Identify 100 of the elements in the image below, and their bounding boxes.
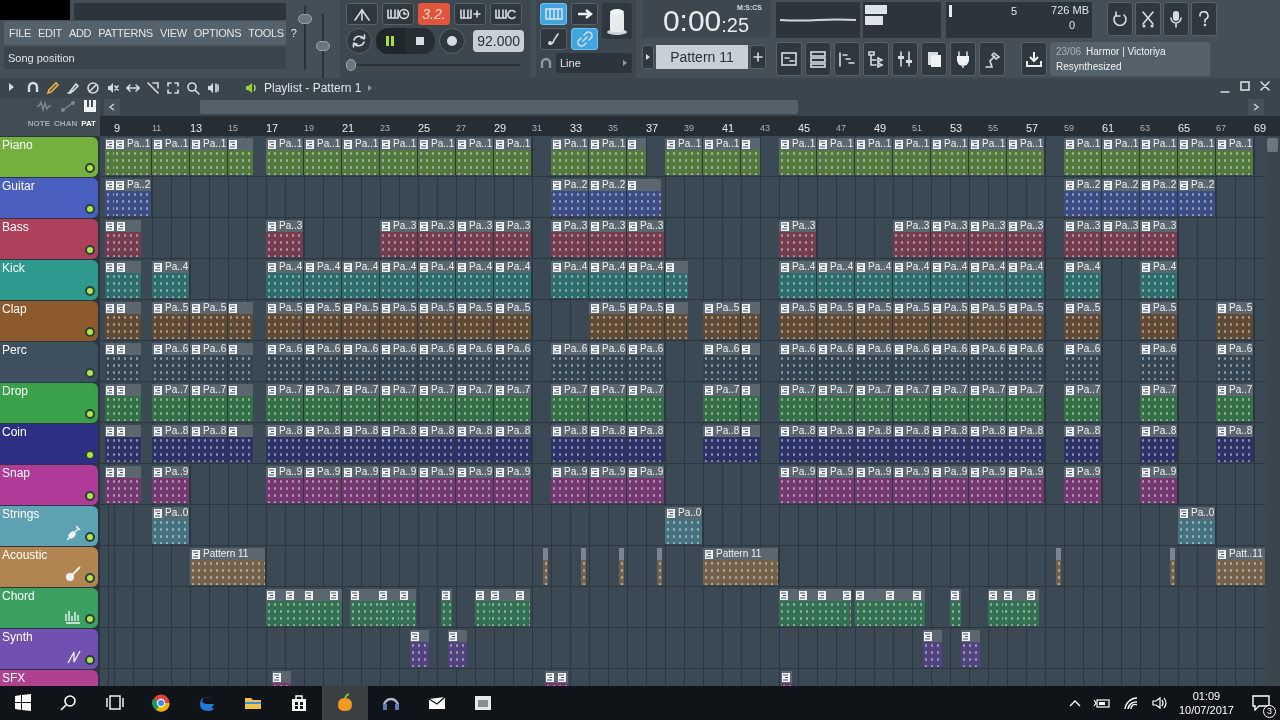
clip-label: Pa..7 bbox=[906, 385, 930, 395]
clip-label: Pa..5 bbox=[602, 303, 626, 313]
clip-label: Pa..6 bbox=[165, 344, 189, 354]
track-header[interactable]: Acoustic bbox=[0, 547, 98, 587]
track-name: Kick bbox=[2, 262, 25, 274]
clip-label: Pa..6 bbox=[203, 344, 227, 354]
pattern-selector[interactable]: Pattern 11 bbox=[656, 45, 748, 69]
track-header[interactable]: Kick bbox=[0, 260, 98, 300]
track-header[interactable]: Snap bbox=[0, 465, 98, 505]
clip-label: Pa..8 bbox=[564, 426, 588, 436]
clip-label: Pa..8 bbox=[792, 426, 816, 436]
clip-label: Pa..9 bbox=[317, 467, 341, 477]
clip-label: Pa..9 bbox=[640, 467, 664, 477]
track-header[interactable]: Guitar bbox=[0, 178, 98, 218]
track-header[interactable]: Synth bbox=[0, 629, 98, 669]
clip-label: Pa..1 bbox=[1191, 139, 1215, 149]
clip-label: Pa..5 bbox=[431, 303, 455, 313]
clip-label: Pa..9 bbox=[830, 467, 854, 477]
clip-label: Pa..7 bbox=[1077, 385, 1101, 395]
menu-item[interactable]: ? bbox=[290, 27, 297, 39]
clip-label: Pa..1 bbox=[127, 139, 151, 149]
clip-label: Pa..8 bbox=[203, 426, 227, 436]
track-header[interactable]: SFX bbox=[0, 670, 98, 686]
timeline-ruler[interactable]: 9 11 13 15 17 19 21 23 25 27 29 31 33 35 37 39 41 43 45 47 49 51 53 55 57 59 61 63 65 67 69 bbox=[100, 116, 1280, 136]
time-centiseconds: :25 bbox=[721, 15, 750, 35]
clip-label: Pa..3 bbox=[1020, 221, 1044, 231]
news-date: 23/06 bbox=[1056, 45, 1082, 59]
bar-number: 23 bbox=[380, 122, 390, 135]
menu-item[interactable]: OPTIONS bbox=[193, 27, 242, 39]
clip-label: Pa..4 bbox=[1020, 262, 1044, 272]
news-panel[interactable]: 23/06 Harmor | Victoriya Resynthesized bbox=[1050, 42, 1210, 76]
track-header[interactable]: Perc bbox=[0, 342, 98, 382]
track-name: Piano bbox=[2, 139, 33, 151]
clip-label: Pa..9 bbox=[165, 467, 189, 477]
bar-number: 29 bbox=[494, 121, 507, 136]
clip-label: Pa..7 bbox=[716, 385, 740, 395]
clip-label: Pa..1 bbox=[431, 139, 455, 149]
tempo-field[interactable]: 92.000 bbox=[472, 30, 524, 52]
bar-number: 19 bbox=[304, 122, 314, 135]
clip-label: Pa..8 bbox=[640, 426, 664, 436]
countdown-button[interactable]: 3.2. bbox=[418, 3, 450, 25]
clip-label: Pa..4 bbox=[279, 262, 303, 272]
track-header[interactable]: Chord bbox=[0, 588, 98, 628]
track-name: Synth bbox=[2, 631, 33, 643]
clip-label: Pa..3 bbox=[393, 221, 417, 231]
menu-item[interactable]: VIEW bbox=[159, 27, 187, 39]
clip-label: Pa..4 bbox=[602, 262, 626, 272]
filter-tab[interactable]: CHAN bbox=[54, 120, 78, 128]
clip-label: Pa..6 bbox=[317, 344, 341, 354]
bar-number: 41 bbox=[722, 121, 735, 136]
clip-label: Pa..6 bbox=[355, 344, 379, 354]
track-header[interactable]: Clap bbox=[0, 301, 98, 341]
clip-label: Pa..6 bbox=[944, 344, 968, 354]
clip-label: Pa..4 bbox=[393, 262, 417, 272]
clip-label: Pa..6 bbox=[431, 344, 455, 354]
clip-label: Pa..7 bbox=[507, 385, 531, 395]
clip-label: Pa..5 bbox=[982, 303, 1006, 313]
menu-item[interactable]: FILE bbox=[9, 27, 32, 39]
clip-label: Pa..1 bbox=[830, 139, 854, 149]
track-header[interactable]: Coin bbox=[0, 424, 98, 464]
clip-label: Pa..3 bbox=[507, 221, 531, 231]
clip-label: Pa..1 bbox=[203, 139, 227, 149]
track-header[interactable]: Bass bbox=[0, 219, 98, 259]
filter-tab[interactable]: NOTE bbox=[27, 120, 51, 128]
clip-label: Pa..1 bbox=[393, 139, 417, 149]
clip-label: Pa..6 bbox=[830, 344, 854, 354]
filter-tab[interactable]: PAT bbox=[81, 120, 96, 128]
clip-label: Pa..5 bbox=[165, 303, 189, 313]
clip-label: Pa..5 bbox=[716, 303, 740, 313]
clip-label: Pa..9 bbox=[1020, 467, 1044, 477]
menu-item[interactable]: PATTERNS bbox=[98, 27, 153, 39]
clip-label: Pa..3 bbox=[640, 221, 664, 231]
clock-time: 01:09 bbox=[1192, 689, 1221, 703]
snap-dropdown[interactable]: Line bbox=[556, 53, 632, 73]
hint-text: Song position bbox=[8, 50, 75, 66]
clip-label: Pa..6 bbox=[1229, 344, 1253, 354]
clip-label: Pa..0 bbox=[1191, 508, 1215, 518]
menu-item[interactable]: ADD bbox=[68, 27, 92, 39]
news-subtitle: Resynthesized bbox=[1056, 60, 1123, 74]
clip-label: Pa..1 bbox=[355, 139, 379, 149]
menu-item[interactable]: EDIT bbox=[38, 27, 62, 39]
clip-label: Pa..8 bbox=[868, 426, 892, 436]
bar-number: 21 bbox=[342, 121, 355, 136]
clip-label: Pa..5 bbox=[317, 303, 341, 313]
clip-label: Pa..7 bbox=[868, 385, 892, 395]
clip-label: Pa..1 bbox=[678, 139, 702, 149]
clip-label: Pa..8 bbox=[1020, 426, 1044, 436]
clip-label: Pa..8 bbox=[906, 426, 930, 436]
clip-label: Pa..1 bbox=[469, 139, 493, 149]
clip-label: Pa..2 bbox=[602, 180, 626, 190]
clip-label: Pa..2 bbox=[1191, 180, 1215, 190]
clip-label: Pa..9 bbox=[279, 467, 303, 477]
track-header[interactable]: Drop bbox=[0, 383, 98, 423]
track-header[interactable]: Strings bbox=[0, 506, 98, 546]
cpu-value: 5 bbox=[1009, 4, 1017, 19]
clip-label: Pa..7 bbox=[1020, 385, 1044, 395]
clip-label: Pa..1 bbox=[1229, 139, 1253, 149]
clip-label: Pa..7 bbox=[792, 385, 816, 395]
notifications-button[interactable]: 3 bbox=[1246, 686, 1276, 720]
menu-item[interactable]: TOOLS bbox=[248, 27, 284, 39]
